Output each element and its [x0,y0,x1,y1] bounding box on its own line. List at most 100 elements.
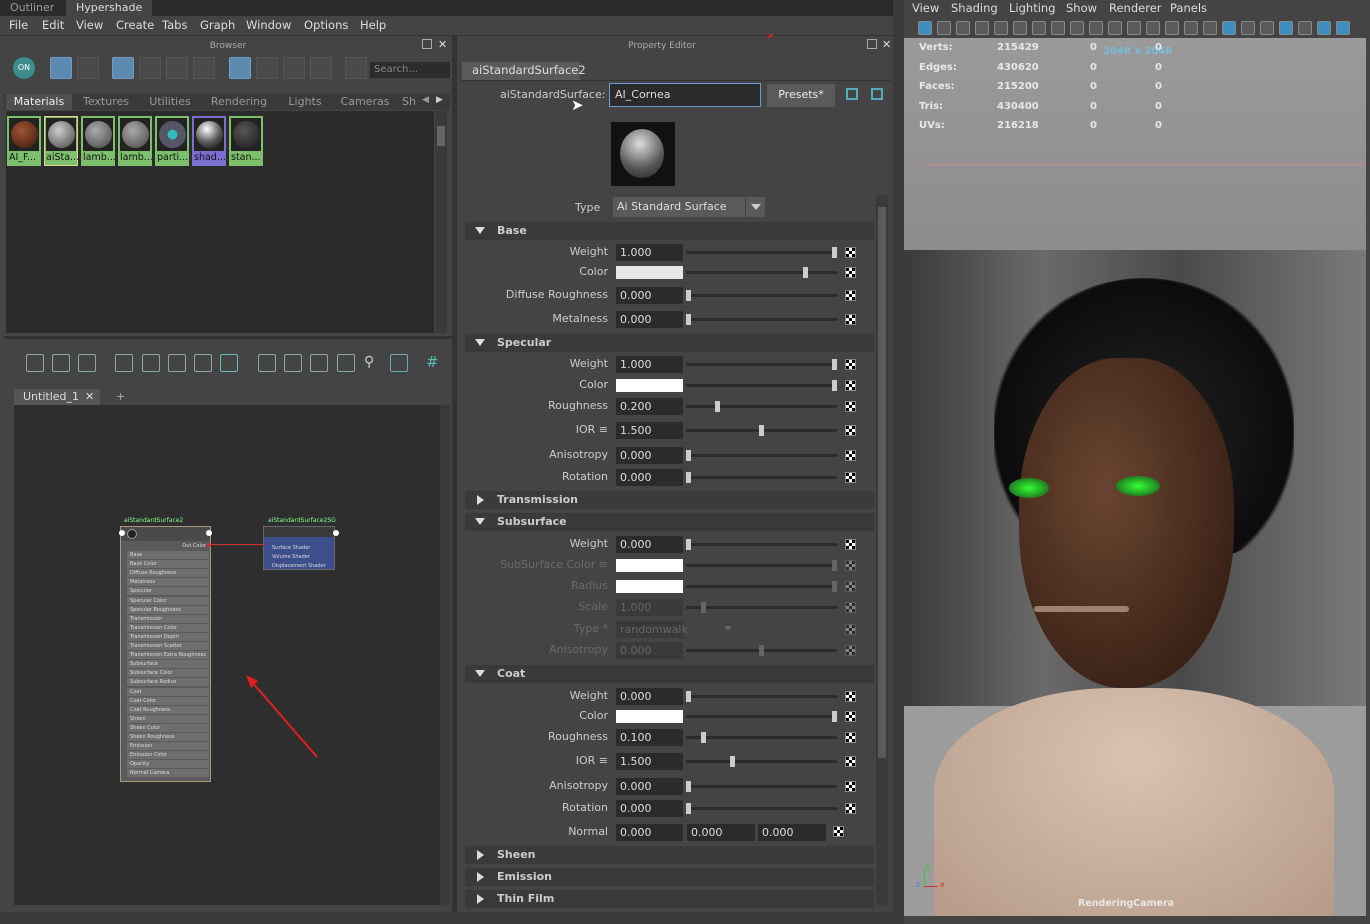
motion-blur-icon[interactable] [1279,21,1293,35]
section-header-specular[interactable]: Specular [465,334,874,352]
lights-icon[interactable] [1222,21,1236,35]
attr-slider[interactable] [686,363,837,366]
map-texture-icon[interactable] [845,359,856,370]
safe-action-icon[interactable] [1089,21,1103,35]
color-swatch[interactable] [616,580,683,593]
attr-field[interactable]: 1.000 [616,244,683,261]
map-texture-icon[interactable] [845,602,856,613]
map-texture-icon[interactable] [845,314,856,325]
slider-thumb[interactable] [832,711,837,722]
slider-thumb[interactable] [701,732,706,743]
normal-y-field[interactable]: 0.000 [687,824,755,841]
attr-slider[interactable] [686,606,837,609]
slider-thumb[interactable] [832,581,837,592]
color-swatch[interactable] [616,559,683,572]
viewport-3d[interactable] [904,38,1366,916]
attr-slider[interactable] [686,405,837,408]
menu-show[interactable]: Show [1066,1,1097,15]
map-texture-icon[interactable] [845,472,856,483]
attr-slider[interactable] [686,543,837,546]
cube-icon[interactable] [1317,21,1331,35]
map-texture-icon[interactable] [833,826,844,837]
attr-field[interactable]: 0.000 [616,642,683,659]
menu-renderer[interactable]: Renderer [1109,1,1162,15]
wireframe-icon[interactable] [1146,21,1160,35]
gate-mask-icon[interactable] [1051,21,1065,35]
map-texture-icon[interactable] [845,267,856,278]
slider-thumb[interactable] [759,425,764,436]
panel-divider[interactable] [452,36,457,924]
normal-z-field[interactable]: 0.000 [758,824,826,841]
attr-slider[interactable] [686,715,837,718]
attr-field[interactable]: 0.100 [616,729,683,746]
attr-field[interactable]: 1.500 [616,422,683,439]
attr-field[interactable]: 0.000 [616,688,683,705]
slider-thumb[interactable] [686,691,691,702]
grid-toggle-icon[interactable] [994,21,1008,35]
color-swatch[interactable] [616,710,683,723]
float-icon[interactable] [867,39,877,49]
attr-slider[interactable] [686,318,837,321]
section-header-emission[interactable]: Emission [465,868,874,886]
map-texture-icon[interactable] [845,247,856,258]
map-texture-icon[interactable] [845,401,856,412]
attr-field[interactable]: 0.000 [616,287,683,304]
attr-field[interactable]: 0.200 [616,398,683,415]
bookmark-icon[interactable] [956,21,970,35]
attr-field[interactable]: 1.500 [616,753,683,770]
section-header-subsurface[interactable]: Subsurface [465,513,874,531]
image-plane-icon[interactable] [975,21,989,35]
close-icon[interactable]: ✕ [882,38,891,51]
select-camera-icon[interactable] [918,21,932,35]
map-texture-icon[interactable] [845,624,856,635]
xray-icon[interactable] [1127,21,1141,35]
map-texture-icon[interactable] [845,756,856,767]
copy-tab-icon[interactable] [871,88,883,100]
textured-icon[interactable] [1203,21,1217,35]
slider-thumb[interactable] [832,560,837,571]
tab-aistandardsurface2[interactable]: aiStandardSurface2 [462,62,586,80]
resolution-gate-icon[interactable] [1032,21,1046,35]
focus-icon[interactable] [846,88,858,100]
attr-slider[interactable] [686,271,837,274]
slider-thumb[interactable] [686,450,691,461]
slider-thumb[interactable] [686,781,691,792]
camera-attr-icon[interactable] [937,21,951,35]
slider-thumb[interactable] [701,602,706,613]
attr-field[interactable]: 0.000 [616,536,683,553]
map-texture-icon[interactable] [845,645,856,656]
menu-view[interactable]: View [912,1,939,15]
field-chart-icon[interactable] [1070,21,1084,35]
slider-thumb[interactable] [832,359,837,370]
color-swatch[interactable] [616,266,683,279]
slider-thumb[interactable] [832,380,837,391]
attr-field[interactable]: 0.000 [616,447,683,464]
attr-slider[interactable] [686,736,837,739]
map-texture-icon[interactable] [845,581,856,592]
map-texture-icon[interactable] [845,450,856,461]
map-texture-icon[interactable] [845,711,856,722]
map-texture-icon[interactable] [845,560,856,571]
color-swatch[interactable] [616,379,683,392]
attr-slider[interactable] [686,585,837,588]
film-gate-icon[interactable] [1013,21,1027,35]
ssao-icon[interactable] [1260,21,1274,35]
map-texture-icon[interactable] [845,781,856,792]
attr-slider[interactable] [686,807,837,810]
attr-slider[interactable] [686,760,837,763]
slider-thumb[interactable] [832,247,837,258]
attr-slider[interactable] [686,476,837,479]
attr-field[interactable]: randomwalk [616,621,688,638]
attr-field[interactable]: 1.000 [616,356,683,373]
attr-slider[interactable] [686,294,837,297]
attr-field[interactable]: 0.000 [616,800,683,817]
section-header-thinfilm[interactable]: Thin Film [465,890,874,908]
slider-thumb[interactable] [686,539,691,550]
slider-thumb[interactable] [759,645,764,656]
normal-x-field[interactable]: 0.000 [616,824,683,841]
safe-title-icon[interactable] [1108,21,1122,35]
section-header-base[interactable]: Base [465,222,874,240]
attr-field[interactable]: 0.000 [616,311,683,328]
attr-slider[interactable] [686,564,837,567]
attr-slider[interactable] [686,785,837,788]
